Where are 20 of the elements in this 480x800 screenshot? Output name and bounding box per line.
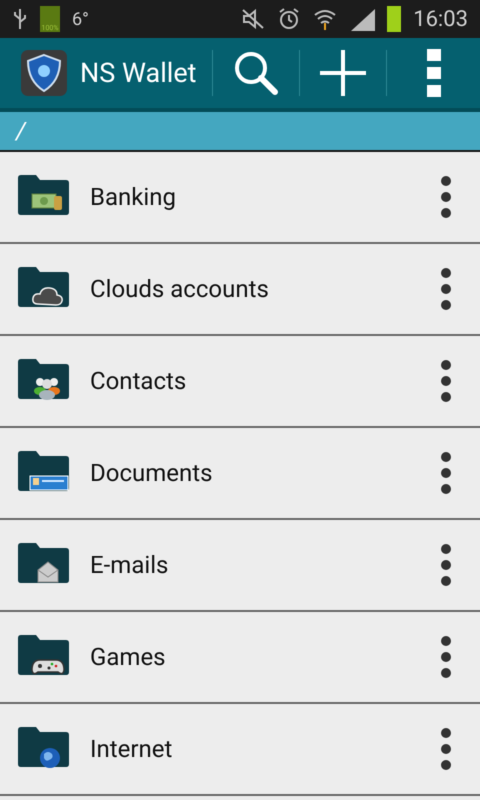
app-title: NS Wallet bbox=[80, 56, 196, 91]
alarm-icon bbox=[277, 7, 302, 31]
shield-logo-icon bbox=[20, 49, 68, 97]
folder-name: Games bbox=[90, 642, 167, 673]
battery-icon bbox=[387, 6, 402, 32]
plus-icon bbox=[318, 48, 368, 98]
folder-name: Banking bbox=[90, 182, 177, 213]
mute-icon bbox=[241, 8, 266, 30]
path-text: / bbox=[16, 116, 26, 147]
wifi-icon bbox=[313, 7, 338, 31]
clock-text: 16:03 bbox=[413, 6, 468, 34]
temperature-text: 6° bbox=[72, 8, 89, 32]
folder-name: E-mails bbox=[90, 550, 170, 581]
usb-icon bbox=[12, 7, 28, 31]
folder-name: Documents bbox=[90, 458, 214, 489]
menu-icon bbox=[426, 49, 441, 97]
folder-name: Clouds accounts bbox=[90, 274, 270, 305]
folder-name: Contacts bbox=[90, 366, 188, 397]
signal-icon bbox=[349, 7, 376, 31]
folder-name: Internet bbox=[90, 734, 174, 765]
